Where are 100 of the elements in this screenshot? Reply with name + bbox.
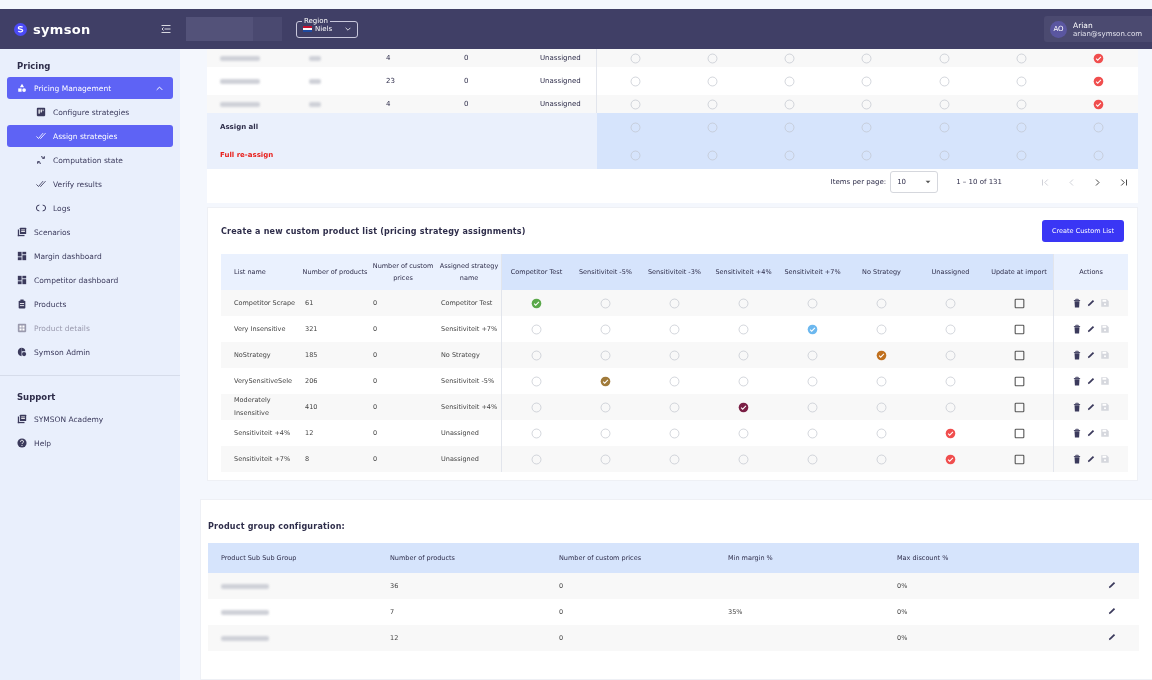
radio-icon[interactable] [807,453,818,465]
radio-icon[interactable] [945,349,956,361]
radio-icon[interactable] [938,98,950,110]
radio-icon[interactable] [876,375,887,387]
trash-icon[interactable] [1072,324,1082,334]
save-icon[interactable] [1100,324,1110,334]
checkbox-icon[interactable] [1013,453,1025,465]
radio-icon[interactable] [629,149,641,161]
radio-icon[interactable] [629,75,641,87]
trash-icon[interactable] [1072,376,1082,386]
radio-icon[interactable] [531,375,542,387]
checkbox-icon[interactable] [1013,297,1025,309]
radio-icon[interactable] [531,323,542,335]
radio-icon[interactable] [945,401,956,413]
trash-icon[interactable] [1072,298,1082,308]
radio-icon[interactable] [861,98,873,110]
radio-icon[interactable] [706,52,718,64]
radio-icon[interactable] [861,121,873,133]
radio-icon[interactable] [669,375,680,387]
checked-radio-icon[interactable] [738,401,749,413]
radio-icon[interactable] [876,453,887,465]
checked-radio-icon[interactable] [807,323,818,335]
pencil-icon[interactable] [1086,454,1096,464]
radio-icon[interactable] [738,453,749,465]
pencil-icon[interactable] [1107,606,1117,616]
radio-icon[interactable] [784,52,796,64]
radio-icon[interactable] [669,297,680,309]
radio-icon[interactable] [945,375,956,387]
radio-icon[interactable] [807,401,818,413]
radio-icon[interactable] [600,349,611,361]
save-icon[interactable] [1100,402,1110,412]
pencil-icon[interactable] [1107,580,1117,590]
radio-icon[interactable] [738,297,749,309]
radio-icon[interactable] [669,401,680,413]
radio-icon[interactable] [669,427,680,439]
radio-icon[interactable] [1093,149,1105,161]
radio-icon[interactable] [945,297,956,309]
checkbox-icon[interactable] [1013,323,1025,335]
radio-icon[interactable] [938,52,950,64]
radio-icon[interactable] [861,75,873,87]
save-icon[interactable] [1100,298,1110,308]
radio-icon[interactable] [1016,98,1028,110]
radio-icon[interactable] [938,75,950,87]
pencil-icon[interactable] [1086,376,1096,386]
radio-icon[interactable] [807,375,818,387]
pencil-icon[interactable] [1086,428,1096,438]
checked-radio-icon[interactable] [531,297,542,309]
save-icon[interactable] [1100,376,1110,386]
trash-icon[interactable] [1072,454,1082,464]
radio-icon[interactable] [1016,149,1028,161]
radio-icon[interactable] [629,98,641,110]
radio-icon[interactable] [1093,121,1105,133]
radio-icon[interactable] [669,453,680,465]
radio-icon[interactable] [706,121,718,133]
radio-icon[interactable] [738,349,749,361]
radio-icon[interactable] [531,349,542,361]
radio-icon[interactable] [531,453,542,465]
checked-radio-icon[interactable] [945,453,956,465]
radio-icon[interactable] [876,297,887,309]
checked-radio-icon[interactable] [945,427,956,439]
menu-icon[interactable] [160,23,172,35]
save-icon[interactable] [1100,454,1110,464]
radio-icon[interactable] [629,52,641,64]
radio-icon[interactable] [669,349,680,361]
radio-icon[interactable] [861,52,873,64]
checked-radio-icon[interactable] [600,375,611,387]
radio-icon[interactable] [807,297,818,309]
radio-icon[interactable] [706,75,718,87]
radio-icon[interactable] [938,149,950,161]
radio-icon[interactable] [706,98,718,110]
radio-icon[interactable] [807,349,818,361]
checkbox-icon[interactable] [1013,427,1025,439]
radio-icon[interactable] [784,149,796,161]
radio-icon[interactable] [600,453,611,465]
radio-icon[interactable] [945,323,956,335]
radio-icon[interactable] [738,323,749,335]
trash-icon[interactable] [1072,402,1082,412]
pencil-icon[interactable] [1086,402,1096,412]
radio-icon[interactable] [706,149,718,161]
pencil-icon[interactable] [1107,632,1117,642]
radio-icon[interactable] [629,121,641,133]
radio-icon[interactable] [1016,75,1028,87]
radio-icon[interactable] [531,427,542,439]
radio-icon[interactable] [861,149,873,161]
first-page-icon[interactable] [1041,177,1050,187]
radio-icon[interactable] [876,427,887,439]
radio-icon[interactable] [784,121,796,133]
pencil-icon[interactable] [1086,324,1096,334]
radio-icon[interactable] [876,323,887,335]
trash-icon[interactable] [1072,428,1082,438]
previous-page-icon[interactable] [1067,177,1076,187]
radio-icon[interactable] [1016,121,1028,133]
radio-icon[interactable] [807,427,818,439]
radio-icon[interactable] [600,401,611,413]
radio-icon[interactable] [876,401,887,413]
checked-radio-icon[interactable] [876,349,887,361]
radio-icon[interactable] [669,323,680,335]
radio-icon[interactable] [1016,52,1028,64]
pencil-icon[interactable] [1086,350,1096,360]
pencil-icon[interactable] [1086,298,1096,308]
